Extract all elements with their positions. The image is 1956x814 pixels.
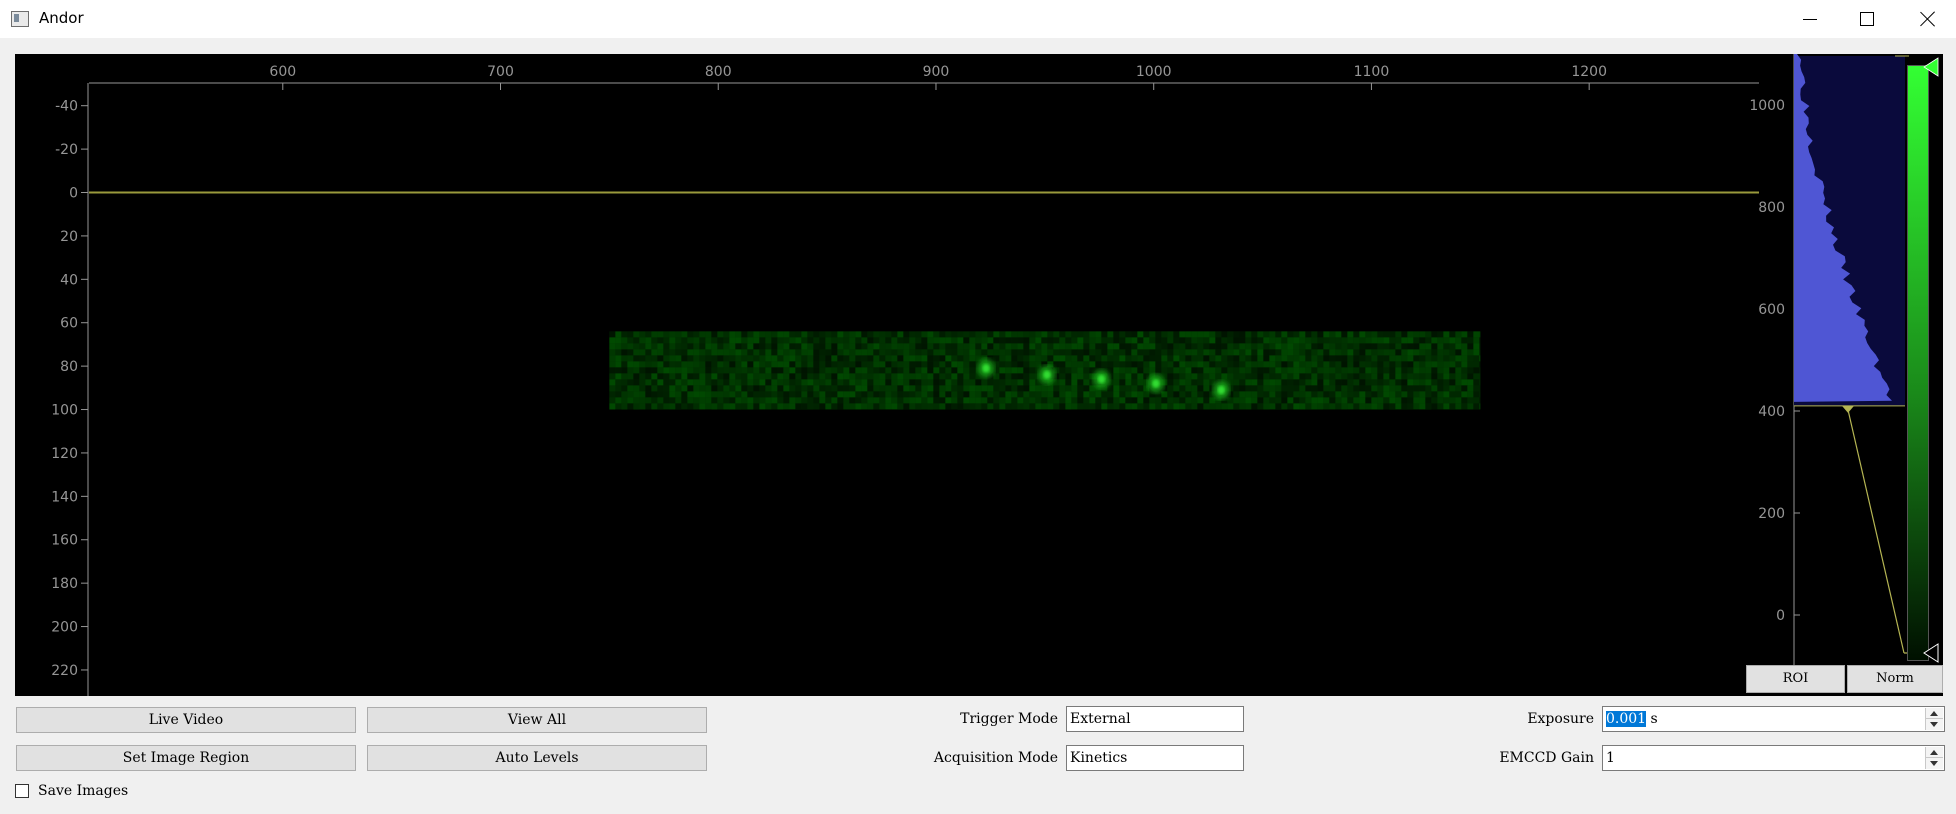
- minimize-button[interactable]: [1787, 0, 1833, 38]
- y-tick-label: 120: [51, 446, 78, 462]
- exposure-stepper[interactable]: [1925, 708, 1943, 730]
- lut-mapping-line: [1847, 409, 1905, 654]
- exposure-unit: s: [1650, 711, 1658, 727]
- signal-spot-core: [1152, 379, 1160, 388]
- emccd-gain-label: EMCCD Gain: [1499, 750, 1594, 766]
- y-tick-label: 140: [51, 489, 78, 505]
- image-view[interactable]: 600 700 800 900 1000 1100 1200 -40 -20 0 20 40 60 80…: [51, 64, 1759, 696]
- y-tick-label: 200: [51, 620, 78, 636]
- y-tick-label: 40: [60, 272, 78, 288]
- histogram-tick-label: 800: [1758, 200, 1785, 216]
- y-axis: -40 -20 0 20 40 60 80 100 120 140 160 180 200 220: [51, 99, 88, 679]
- x-tick-label: 900: [923, 64, 950, 80]
- x-tick-label: 700: [487, 64, 514, 80]
- histogram-tick-label: 600: [1758, 302, 1785, 318]
- acquisition-mode-field[interactable]: Kinetics: [1066, 745, 1244, 771]
- spin-up-icon[interactable]: [1930, 750, 1938, 755]
- minimize-icon: [1803, 18, 1817, 20]
- histogram-tick-label: 400: [1758, 404, 1785, 420]
- save-images-label: Save Images: [38, 783, 129, 799]
- emccd-gain-stepper[interactable]: [1925, 747, 1943, 769]
- x-tick-label: 800: [705, 64, 732, 80]
- window-title: Andor: [39, 9, 84, 27]
- histogram-tick-label: 0: [1776, 608, 1785, 624]
- signal-spot-core: [1097, 375, 1105, 384]
- histogram-tick-label: 1000: [1749, 98, 1785, 114]
- maximize-button[interactable]: [1844, 0, 1890, 38]
- camera-image: [609, 331, 1481, 410]
- set-image-region-button[interactable]: Set Image Region: [16, 745, 356, 771]
- x-tick-label: 600: [269, 64, 296, 80]
- y-tick-label: -40: [55, 99, 78, 115]
- close-button[interactable]: [1905, 0, 1951, 38]
- emccd-gain-value: 1: [1606, 750, 1615, 766]
- x-tick-label: 1000: [1136, 64, 1172, 80]
- exposure-label: Exposure: [1527, 711, 1594, 727]
- signal-spot-core: [1043, 370, 1051, 379]
- y-tick-label: 0: [69, 186, 78, 202]
- y-tick-label: 80: [60, 359, 78, 375]
- x-tick-label: 1100: [1354, 64, 1390, 80]
- exposure-value: 0.001: [1606, 711, 1647, 727]
- image-plot-panel: 600 700 800 900 1000 1100 1200 -40 -20 0 20 40 60 80…: [15, 54, 1943, 696]
- plot-canvas: 600 700 800 900 1000 1100 1200 -40-20020406080…: [51, 54, 1939, 696]
- histogram-widget[interactable]: 0 200 400 600 800 1000: [1749, 54, 1939, 666]
- title-bar: Andor: [0, 0, 1956, 38]
- y-tick-label: 160: [51, 533, 78, 549]
- spin-down-icon[interactable]: [1930, 761, 1938, 766]
- y-tick-label: 20: [60, 229, 78, 245]
- acquisition-mode-label: Acquisition Mode: [933, 750, 1058, 766]
- emccd-gain-spinbox[interactable]: 1: [1602, 745, 1945, 771]
- spin-down-icon[interactable]: [1930, 722, 1938, 727]
- live-video-button[interactable]: Live Video: [16, 707, 356, 733]
- auto-levels-button[interactable]: Auto Levels: [367, 745, 707, 771]
- y-tick-label: 100: [51, 403, 78, 419]
- trigger-mode-label: Trigger Mode: [960, 711, 1058, 727]
- norm-button[interactable]: Norm: [1847, 665, 1943, 693]
- save-images-checkbox[interactable]: [15, 784, 29, 798]
- signal-spot-core: [982, 364, 990, 373]
- exposure-spinbox[interactable]: 0.001 s: [1602, 706, 1945, 732]
- roi-button[interactable]: ROI: [1746, 665, 1845, 693]
- y-tick-label: -20: [55, 142, 78, 158]
- signal-spot-core: [1217, 386, 1225, 394]
- y-tick-label: 220: [51, 663, 78, 679]
- gradient-bar[interactable]: [1908, 66, 1928, 660]
- y-tick-label: 180: [51, 576, 78, 592]
- trigger-mode-field[interactable]: External: [1066, 706, 1244, 732]
- close-icon: [1920, 11, 1936, 27]
- maximize-icon: [1860, 12, 1874, 26]
- x-tick-label: 1200: [1571, 64, 1607, 80]
- histogram-tick-label: 200: [1758, 506, 1785, 522]
- y-tick-label: 60: [60, 316, 78, 332]
- app-window-icon: [11, 11, 29, 27]
- spin-up-icon[interactable]: [1930, 711, 1938, 716]
- view-all-button[interactable]: View All: [367, 707, 707, 733]
